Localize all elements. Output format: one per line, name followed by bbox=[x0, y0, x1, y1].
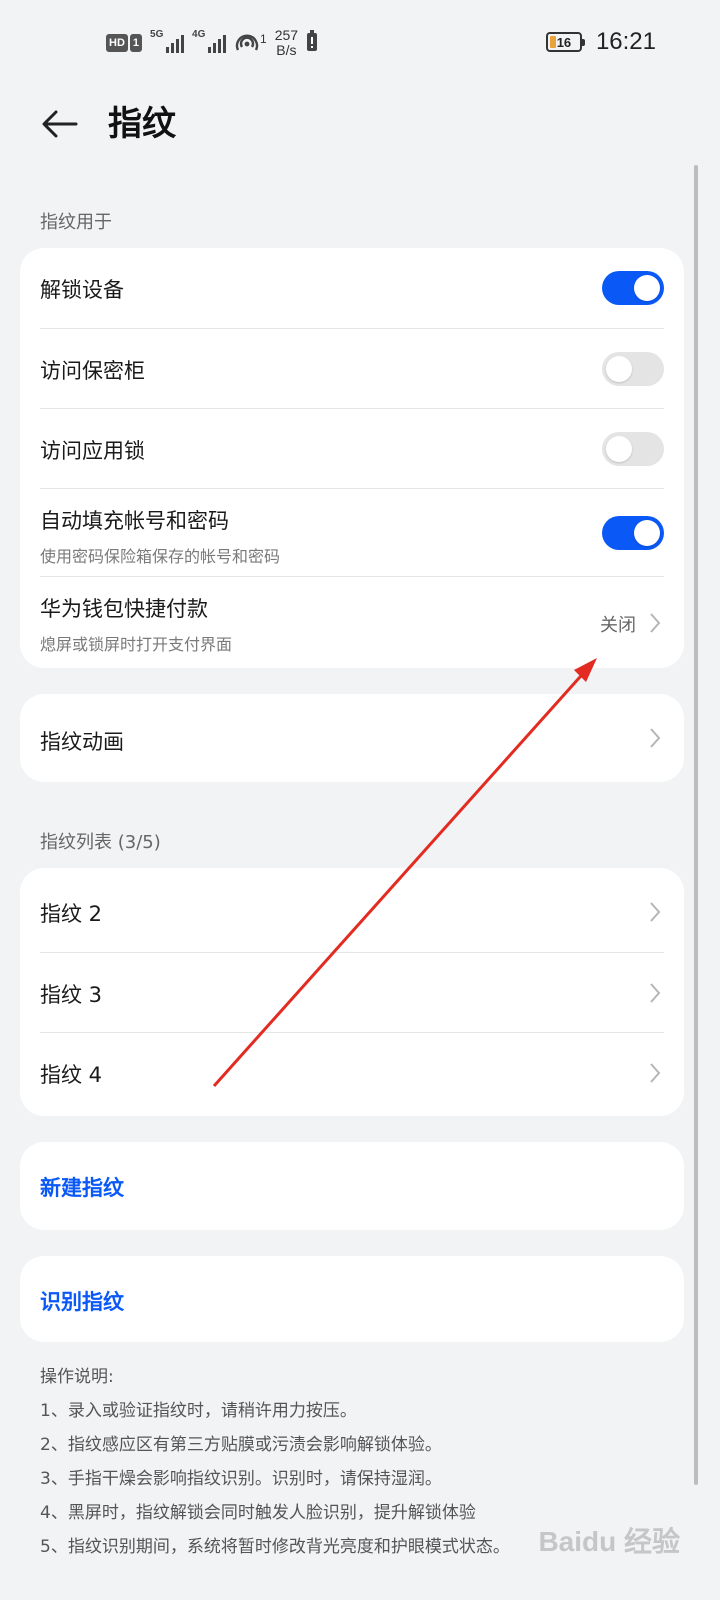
battery-icon: 16 bbox=[545, 32, 585, 52]
row-title: 自动填充帐号和密码 bbox=[40, 509, 229, 533]
wallet-pay-row[interactable]: 华为钱包快捷付款 熄屏或锁屏时打开支付界面 关闭 bbox=[40, 576, 664, 668]
wallet-pay-value: 关闭 bbox=[600, 615, 636, 636]
signal-icon: 4G bbox=[192, 29, 227, 53]
battery-alert-icon bbox=[306, 30, 318, 56]
chevron-right-icon bbox=[648, 900, 662, 924]
row-title: 指纹 4 bbox=[40, 1063, 103, 1087]
fingerprint-list-card: 指纹 2 指纹 3 指纹 4 bbox=[20, 868, 684, 1116]
safe-access-toggle[interactable] bbox=[602, 352, 664, 386]
chevron-right-icon bbox=[648, 1061, 662, 1085]
row-title: 华为钱包快捷付款 bbox=[40, 597, 208, 621]
instruction-line: 3、手指干燥会影响指纹识别。识别时，请保持湿润。 bbox=[40, 1469, 442, 1489]
usage-card: 解锁设备 访问保密柜 访问应用锁 自动填充帐号和密码 使用密码保险箱保存的帐号和… bbox=[20, 248, 684, 668]
instruction-line: 4、黑屏时，指纹解锁会同时触发人脸识别，提升解锁体验 bbox=[40, 1503, 476, 1523]
row-title: 指纹 3 bbox=[40, 983, 103, 1007]
autofill-row[interactable]: 自动填充帐号和密码 使用密码保险箱保存的帐号和密码 bbox=[40, 488, 664, 576]
instruction-line: 5、指纹识别期间，系统将暂时修改背光亮度和护眼模式状态。 bbox=[40, 1537, 510, 1557]
app-header: 指纹 bbox=[0, 92, 720, 162]
row-subtitle: 使用密码保险箱保存的帐号和密码 bbox=[40, 547, 281, 566]
app-lock-toggle[interactable] bbox=[602, 432, 664, 466]
chevron-right-icon bbox=[648, 981, 662, 1005]
list-item[interactable]: 指纹 2 bbox=[40, 872, 664, 952]
instruction-line: 1、录入或验证指纹时，请稍许用力按压。 bbox=[40, 1401, 357, 1421]
row-title: 访问应用锁 bbox=[40, 439, 145, 463]
row-title: 访问保密柜 bbox=[40, 359, 145, 383]
page-title: 指纹 bbox=[108, 104, 176, 144]
new-fingerprint-card[interactable]: 新建指纹 bbox=[20, 1142, 684, 1230]
safe-access-row[interactable]: 访问保密柜 bbox=[40, 328, 664, 408]
scrollbar[interactable] bbox=[694, 165, 698, 1485]
instruction-line: 2、指纹感应区有第三方贴膜或污渍会影响解锁体验。 bbox=[40, 1435, 442, 1455]
row-title: 指纹 2 bbox=[40, 902, 103, 926]
clock: 16:21 bbox=[595, 28, 656, 55]
unlock-device-toggle[interactable] bbox=[602, 271, 664, 305]
autofill-toggle[interactable] bbox=[602, 516, 664, 550]
fingerprint-animation-row[interactable]: 指纹动画 bbox=[40, 694, 664, 782]
section-label-usage: 指纹用于 bbox=[40, 212, 112, 233]
row-title: 解锁设备 bbox=[40, 278, 124, 302]
hotspot-count: 1 bbox=[260, 32, 267, 46]
network-speed: 257 B/s bbox=[274, 27, 299, 58]
animation-card: 指纹动画 bbox=[20, 694, 684, 782]
unlock-device-row[interactable]: 解锁设备 bbox=[40, 248, 664, 328]
status-bar: HD 1 5G 4G 1 257 B/s 16 16:21 bbox=[0, 0, 720, 92]
new-fingerprint-button[interactable]: 新建指纹 bbox=[40, 1172, 124, 1202]
back-arrow-icon[interactable] bbox=[38, 102, 82, 146]
watermark-logo: Baidu 经验 bbox=[538, 1526, 680, 1557]
instructions-heading: 操作说明: bbox=[40, 1367, 114, 1387]
signal-icon: 5G bbox=[150, 29, 185, 53]
row-title: 指纹动画 bbox=[40, 730, 124, 754]
app-lock-row[interactable]: 访问应用锁 bbox=[40, 408, 664, 488]
sim-badge: 1 bbox=[129, 34, 143, 52]
instructions: 操作说明: 1、录入或验证指纹时，请稍许用力按压。 2、指纹感应区有第三方贴膜或… bbox=[40, 1360, 510, 1564]
chevron-right-icon bbox=[648, 611, 662, 635]
hd-badge: HD bbox=[106, 34, 128, 52]
identify-fingerprint-card[interactable]: 识别指纹 bbox=[20, 1256, 684, 1342]
row-subtitle: 熄屏或锁屏时打开支付界面 bbox=[40, 635, 233, 654]
section-label-list: 指纹列表 (3/5) bbox=[40, 832, 161, 853]
hotspot-icon bbox=[234, 32, 260, 54]
list-item[interactable]: 指纹 4 bbox=[40, 1032, 664, 1112]
chevron-right-icon bbox=[648, 726, 662, 750]
list-item[interactable]: 指纹 3 bbox=[40, 952, 664, 1032]
identify-fingerprint-button[interactable]: 识别指纹 bbox=[40, 1286, 124, 1316]
